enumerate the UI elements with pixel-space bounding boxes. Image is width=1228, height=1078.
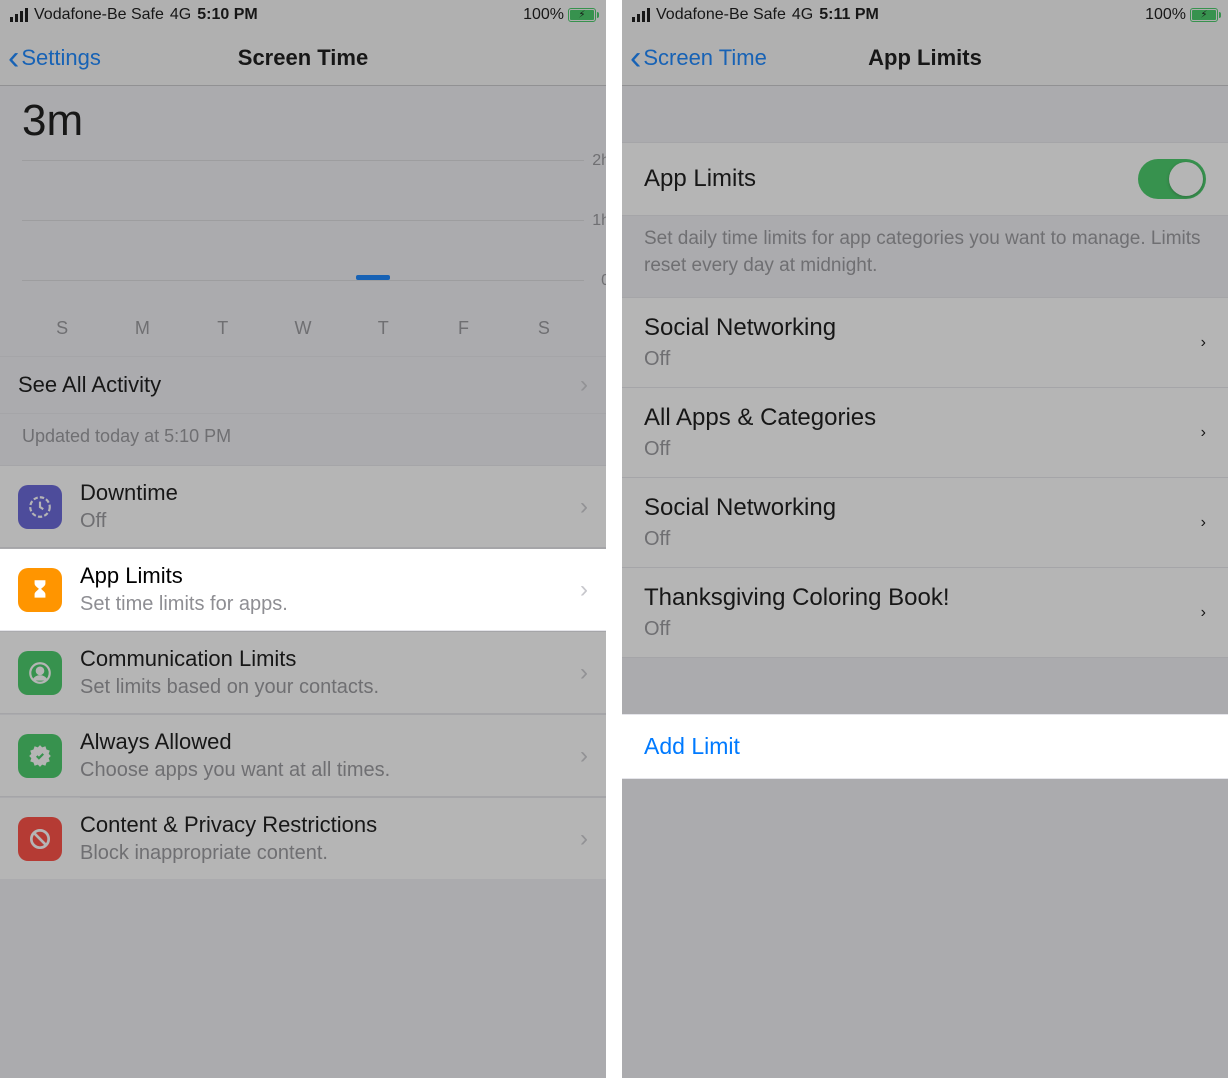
see-all-activity-row[interactable]: See All Activity › xyxy=(0,357,606,414)
chart-days: S M T W T F S xyxy=(22,312,584,348)
app-limits-toggle[interactable] xyxy=(1138,159,1206,199)
app-limits-toggle-row: App Limits xyxy=(622,142,1228,216)
chevron-right-icon: › xyxy=(580,493,588,521)
always-allowed-row[interactable]: Always Allowed Choose apps you want at a… xyxy=(0,715,606,797)
check-badge-icon xyxy=(18,734,62,778)
limit-row-thanksgiving[interactable]: Thanksgiving Coloring Book! Off › xyxy=(622,568,1228,658)
network-label: 4G xyxy=(792,6,813,24)
page-title: App Limits xyxy=(868,45,982,71)
chevron-right-icon: › xyxy=(580,742,588,770)
chevron-right-icon: › xyxy=(1201,604,1206,622)
app-limits-description: Set daily time limits for app categories… xyxy=(622,216,1228,297)
chart-bar-thursday xyxy=(356,275,390,280)
communication-limits-row[interactable]: Communication Limits Set limits based on… xyxy=(0,632,606,714)
chevron-right-icon: › xyxy=(580,825,588,853)
usage-total: 3m xyxy=(0,86,606,150)
screen-time-screen: Vodafone-Be Safe 4G 5:10 PM 100% ⚡︎ ‹ Se… xyxy=(0,0,606,1078)
limit-row-all-apps[interactable]: All Apps & Categories Off › xyxy=(622,388,1228,478)
limit-row-social-networking-2[interactable]: Social Networking Off › xyxy=(622,478,1228,568)
chevron-left-icon: ‹ xyxy=(8,41,19,75)
app-limits-screen: Vodafone-Be Safe 4G 5:11 PM 100% ⚡︎ ‹ Sc… xyxy=(622,0,1228,1078)
back-button[interactable]: ‹ Screen Time xyxy=(622,41,767,75)
chevron-right-icon: › xyxy=(580,659,588,687)
battery-pct: 100% xyxy=(523,6,564,24)
carrier-label: Vodafone-Be Safe xyxy=(34,6,164,24)
chevron-right-icon: › xyxy=(580,371,588,399)
battery-icon: ⚡︎ xyxy=(1190,8,1218,22)
back-label: Settings xyxy=(21,45,101,71)
chevron-right-icon: › xyxy=(1201,424,1206,442)
battery-icon: ⚡︎ xyxy=(568,8,596,22)
hourglass-icon xyxy=(18,568,62,612)
back-button[interactable]: ‹ Settings xyxy=(0,41,101,75)
app-limits-row[interactable]: App Limits Set time limits for apps. › xyxy=(0,549,606,631)
chevron-right-icon: › xyxy=(1201,334,1206,352)
clock-label: 5:10 PM xyxy=(197,6,257,24)
downtime-row[interactable]: Downtime Off › xyxy=(0,465,606,548)
signal-icon xyxy=(632,8,650,22)
updated-label: Updated today at 5:10 PM xyxy=(0,414,606,465)
network-label: 4G xyxy=(170,6,191,24)
clock-label: 5:11 PM xyxy=(819,6,879,24)
back-label: Screen Time xyxy=(643,45,767,71)
usage-chart: 2h 1h 0 xyxy=(22,160,584,310)
chevron-right-icon: › xyxy=(580,576,588,604)
carrier-label: Vodafone-Be Safe xyxy=(656,6,786,24)
no-entry-icon xyxy=(18,817,62,861)
chevron-right-icon: › xyxy=(1201,514,1206,532)
status-bar: Vodafone-Be Safe 4G 5:10 PM 100% ⚡︎ xyxy=(0,0,606,30)
battery-pct: 100% xyxy=(1145,6,1186,24)
page-title: Screen Time xyxy=(238,45,368,71)
limit-row-social-networking[interactable]: Social Networking Off › xyxy=(622,297,1228,388)
content-restrictions-row[interactable]: Content & Privacy Restrictions Block ina… xyxy=(0,798,606,879)
status-bar: Vodafone-Be Safe 4G 5:11 PM 100% ⚡︎ xyxy=(622,0,1228,30)
add-limit-button[interactable]: Add Limit xyxy=(622,714,1228,779)
contact-icon xyxy=(18,651,62,695)
signal-icon xyxy=(10,8,28,22)
downtime-icon xyxy=(18,485,62,529)
nav-bar: ‹ Screen Time App Limits xyxy=(622,30,1228,86)
chevron-left-icon: ‹ xyxy=(630,41,641,75)
nav-bar: ‹ Settings Screen Time xyxy=(0,30,606,86)
